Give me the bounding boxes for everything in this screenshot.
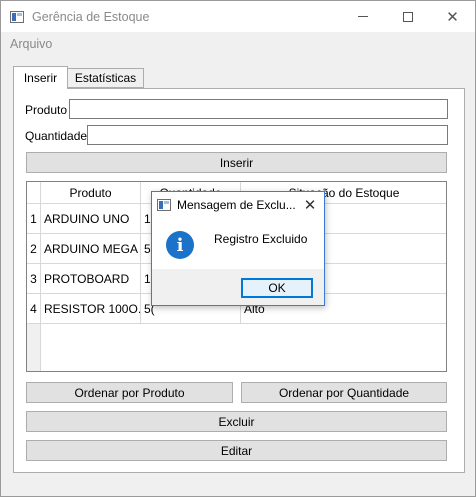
maximize-button[interactable] bbox=[385, 1, 430, 32]
window-title: Gerência de Estoque bbox=[32, 10, 150, 24]
table-corner[interactable] bbox=[27, 182, 41, 204]
maximize-icon bbox=[402, 11, 413, 22]
insert-button[interactable]: Inserir bbox=[26, 152, 447, 173]
row-header-1[interactable]: 1 bbox=[27, 204, 41, 234]
row-header-2[interactable]: 2 bbox=[27, 234, 41, 264]
delete-message-dialog: Mensagem de Exclu... ✕ i Registro Exclui… bbox=[151, 191, 325, 306]
edit-button[interactable]: Editar bbox=[26, 440, 447, 461]
dialog-message: Registro Excluido bbox=[214, 232, 308, 246]
sort-by-quantity-button[interactable]: Ordenar por Quantidade bbox=[241, 382, 447, 403]
row-header-4[interactable]: 4 bbox=[27, 294, 41, 324]
table-cell-produto[interactable]: ARDUINO UNO bbox=[41, 204, 141, 234]
close-icon: ✕ bbox=[446, 8, 459, 26]
dialog-window-icon bbox=[157, 199, 171, 211]
quantidade-label: Quantidade bbox=[25, 129, 88, 143]
row-header-filler bbox=[27, 324, 41, 371]
delete-button[interactable]: Excluir bbox=[26, 411, 447, 432]
table-cell-produto[interactable]: ARDUINO MEGA bbox=[41, 234, 141, 264]
ok-button[interactable]: OK bbox=[241, 278, 313, 298]
title-bar[interactable]: Gerência de Estoque ✕ bbox=[1, 1, 475, 32]
row-header-3[interactable]: 3 bbox=[27, 264, 41, 294]
menu-bar: Arquivo bbox=[1, 32, 475, 54]
produto-input[interactable] bbox=[69, 99, 448, 119]
quantidade-input[interactable] bbox=[87, 125, 448, 145]
table-cell-produto[interactable]: PROTOBOARD bbox=[41, 264, 141, 294]
dialog-body: i Registro Excluido bbox=[152, 218, 324, 269]
column-header-produto[interactable]: Produto bbox=[41, 182, 141, 204]
tab-estatisticas[interactable]: Estatísticas bbox=[68, 68, 144, 88]
app-window-icon bbox=[10, 11, 24, 23]
sort-by-product-button[interactable]: Ordenar por Produto bbox=[26, 382, 233, 403]
table-cell-produto[interactable]: RESISTOR 100O... bbox=[41, 294, 141, 324]
minimize-icon bbox=[357, 16, 368, 17]
info-icon: i bbox=[166, 231, 194, 259]
dialog-close-icon[interactable]: ✕ bbox=[300, 195, 320, 215]
menu-arquivo[interactable]: Arquivo bbox=[10, 37, 52, 51]
close-button[interactable]: ✕ bbox=[430, 1, 475, 32]
dialog-title-bar[interactable]: Mensagem de Exclu... ✕ bbox=[152, 192, 324, 218]
produto-label: Produto bbox=[25, 103, 68, 117]
dialog-title: Mensagem de Exclu... bbox=[177, 198, 296, 212]
minimize-button[interactable] bbox=[340, 1, 385, 32]
tab-inserir[interactable]: Inserir bbox=[13, 66, 68, 89]
main-window: Gerência de Estoque ✕ Arquivo Inserir Es… bbox=[0, 0, 476, 497]
